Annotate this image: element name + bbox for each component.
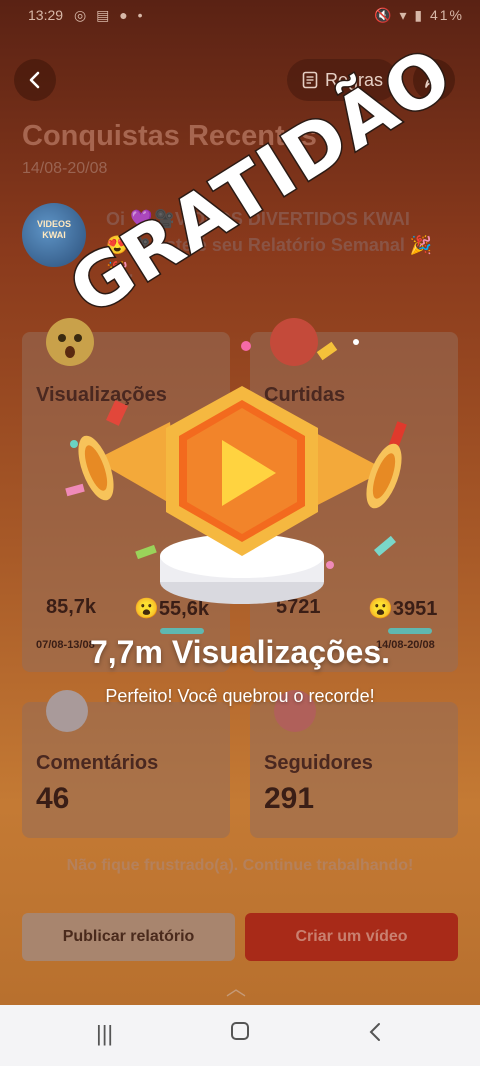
confetti-piece: [241, 341, 251, 351]
confetti-piece: [70, 440, 78, 448]
confetti-piece: [353, 339, 359, 345]
back-nav-icon[interactable]: [368, 1021, 382, 1049]
confetti-piece: [135, 544, 157, 560]
achievement-subline: Perfeito! Você quebrou o recorde!: [105, 686, 375, 706]
confetti-piece: [106, 400, 128, 426]
confetti-piece: [65, 483, 85, 497]
system-navbar: |||: [0, 1005, 480, 1066]
confetti-piece: [374, 535, 396, 557]
confetti-piece: [326, 561, 334, 569]
confetti-piece: [316, 341, 338, 361]
play-badge-icon: [166, 386, 318, 556]
left-horn-icon: [78, 422, 178, 508]
report-screen: 13:29 ◎ ▤ ● • 🔇 ▾ ▮ 41% Regras Conquista…: [0, 0, 480, 1005]
recent-apps-icon[interactable]: |||: [96, 1021, 113, 1047]
achievement-headline: 7,7m Visualizações.: [89, 634, 391, 670]
home-icon[interactable]: [230, 1021, 250, 1047]
